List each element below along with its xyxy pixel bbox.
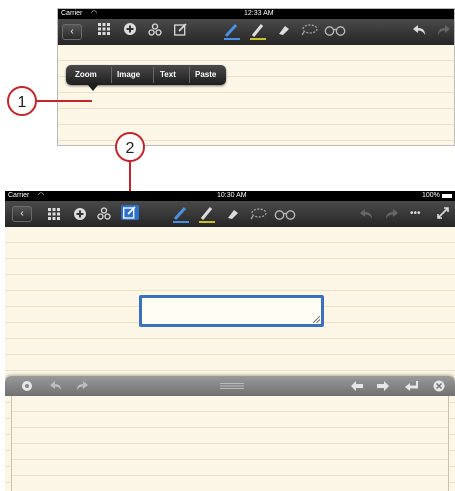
edit-text-icon[interactable]: [121, 205, 139, 220]
settings-icon[interactable]: [21, 380, 33, 392]
wifi-icon: ◠: [91, 10, 98, 17]
highlighter-icon[interactable]: [199, 205, 215, 223]
lasso-icon[interactable]: [249, 208, 267, 220]
pen-icon[interactable]: [224, 22, 240, 40]
eraser-icon[interactable]: [278, 24, 290, 36]
menu-divider: [153, 67, 154, 83]
pen-icon[interactable]: [173, 205, 189, 223]
menu-divider: [189, 67, 190, 83]
bottom-status-bar: Carrier ◠ 10:30 AM 100%: [5, 191, 455, 201]
menu-item-zoom[interactable]: Zoom: [75, 65, 97, 85]
lasso-icon[interactable]: [300, 24, 318, 36]
callout-2: 2: [115, 132, 145, 162]
glasses-icon[interactable]: [324, 24, 346, 36]
grid-icon[interactable]: [98, 23, 110, 35]
panel-redo-icon[interactable]: [76, 381, 88, 391]
grid-icon[interactable]: [48, 208, 60, 220]
add-icon[interactable]: [124, 23, 136, 35]
text-input-area[interactable]: [11, 396, 449, 491]
add-icon[interactable]: [74, 208, 86, 220]
back-button[interactable]: ‹: [62, 24, 82, 40]
battery-label: 100%: [422, 192, 440, 199]
clock-label: 10:30 AM: [217, 192, 247, 199]
redo-icon[interactable]: [436, 24, 450, 36]
group-icon[interactable]: [148, 23, 162, 36]
back-button[interactable]: ‹: [12, 206, 32, 222]
edit-text-icon[interactable]: [174, 23, 188, 36]
carrier-label: Carrier: [8, 192, 30, 199]
undo-icon[interactable]: [413, 24, 427, 36]
panel-undo-icon[interactable]: [50, 381, 62, 391]
highlighter-icon[interactable]: [250, 22, 266, 40]
clock-label: 12:33 AM: [244, 10, 274, 17]
panel-toolbar: [5, 376, 455, 396]
menu-pointer: [88, 85, 98, 91]
callout-1: 1: [7, 86, 37, 116]
more-icon[interactable]: •••: [410, 205, 421, 223]
top-note-page[interactable]: [58, 45, 454, 145]
context-menu: Zoom Image Text Paste: [66, 65, 226, 85]
arrow-right-icon[interactable]: [377, 381, 389, 391]
top-status-bar: Carrier ◠ 12:33 AM: [58, 9, 454, 19]
glasses-icon[interactable]: [274, 208, 296, 220]
battery-icon: [442, 194, 452, 198]
bottom-screenshot: Carrier ◠ 10:30 AM 100% ‹ •••: [5, 191, 455, 491]
menu-item-paste[interactable]: Paste: [195, 65, 216, 85]
callout-1-line: [37, 100, 92, 102]
menu-item-text[interactable]: Text: [160, 65, 176, 85]
drag-handle-icon[interactable]: [220, 383, 244, 389]
arrow-left-icon[interactable]: [351, 381, 363, 391]
resize-handle-icon[interactable]: [313, 316, 320, 323]
menu-divider: [111, 67, 112, 83]
return-icon[interactable]: [405, 381, 419, 391]
eraser-icon[interactable]: [227, 208, 239, 220]
text-box[interactable]: [139, 295, 324, 327]
undo-icon[interactable]: [360, 208, 374, 220]
bottom-toolbar: ‹ •••: [5, 201, 455, 227]
top-screenshot: Carrier ◠ 12:33 AM ‹ Zoom Image Text Pas…: [57, 8, 455, 146]
carrier-label: Carrier: [61, 10, 83, 17]
group-icon[interactable]: [97, 207, 111, 220]
menu-item-image[interactable]: Image: [117, 65, 140, 85]
text-input-panel: [5, 376, 455, 491]
delete-icon[interactable]: [433, 380, 445, 392]
redo-icon[interactable]: [384, 208, 398, 220]
expand-icon[interactable]: [437, 207, 449, 219]
top-toolbar: ‹: [58, 19, 454, 45]
wifi-icon: ◠: [38, 192, 45, 199]
